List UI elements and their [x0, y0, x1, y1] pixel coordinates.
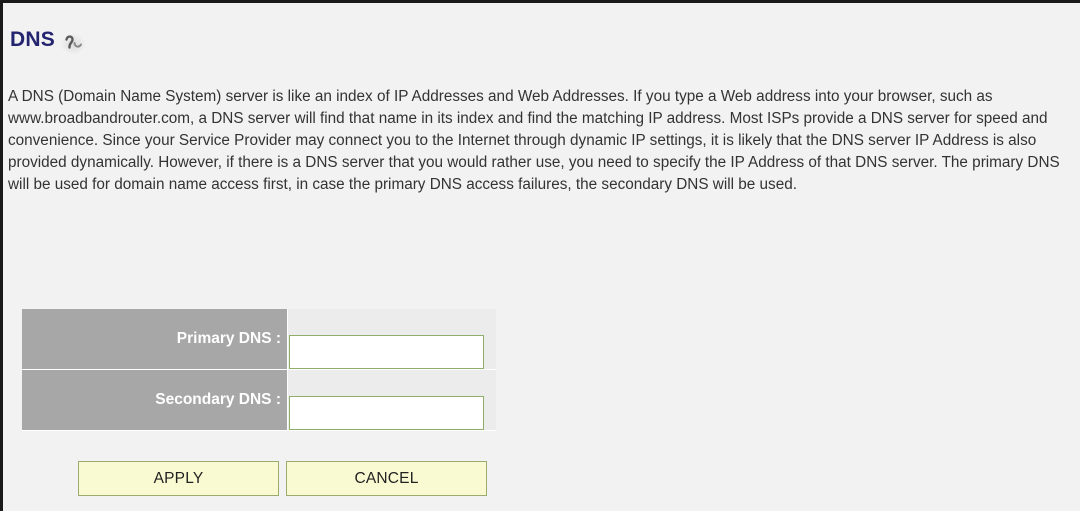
primary-dns-label: Primary DNS : [22, 309, 288, 369]
secondary-dns-cell [288, 370, 496, 430]
action-buttons: APPLY CANCEL [78, 461, 487, 496]
title-row: DNS [10, 15, 89, 55]
secondary-dns-label: Secondary DNS : [22, 370, 288, 430]
primary-dns-input[interactable] [289, 335, 484, 369]
secondary-dns-input[interactable] [289, 396, 484, 430]
help-question-icon[interactable] [57, 25, 89, 57]
primary-dns-row: Primary DNS : [22, 309, 496, 370]
dns-description: A DNS (Domain Name System) server is lik… [8, 88, 1060, 194]
page-title: DNS [10, 28, 55, 51]
primary-dns-cell [288, 309, 496, 369]
cancel-button[interactable]: CANCEL [286, 461, 487, 496]
secondary-dns-row: Secondary DNS : [22, 370, 496, 431]
dns-form-table: Primary DNS : Secondary DNS : [22, 309, 496, 431]
dns-settings-panel: DNS A DNS (Domain Name System) server is… [0, 0, 1080, 511]
apply-button[interactable]: APPLY [78, 461, 279, 496]
